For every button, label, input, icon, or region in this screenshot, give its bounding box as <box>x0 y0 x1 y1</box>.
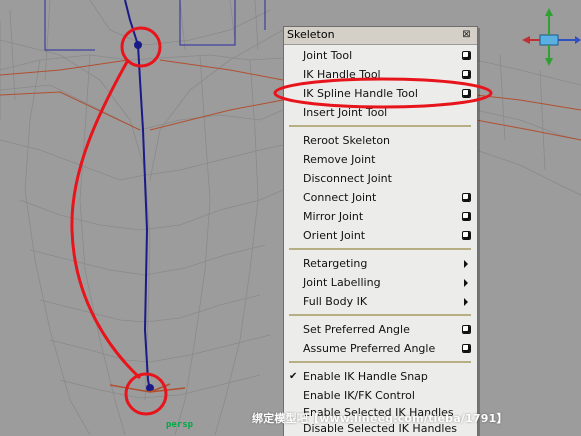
menu-item-connect-joint[interactable]: Connect Joint <box>284 188 477 207</box>
menu-item-reroot-skeleton[interactable]: Reroot Skeleton <box>284 131 477 150</box>
close-icon[interactable]: ⊠ <box>460 29 473 41</box>
menu-titlebar[interactable]: Skeleton ⊠ <box>284 27 477 45</box>
menu-item-remove-joint[interactable]: Remove Joint <box>284 150 477 169</box>
menu-item-full-body-ik[interactable]: Full Body IK <box>284 292 477 311</box>
option-box-icon[interactable] <box>462 212 471 221</box>
menu-separator <box>289 361 471 363</box>
menu-item-set-preferred-angle[interactable]: Set Preferred Angle <box>284 320 477 339</box>
option-box-icon[interactable] <box>462 231 471 240</box>
menu-item-disconnect-joint[interactable]: Disconnect Joint <box>284 169 477 188</box>
watermark-text: 绑定模型吧【www.lineeg.com/tieba/1791】 <box>252 412 508 425</box>
menu-item-joint-tool[interactable]: Joint Tool <box>284 46 477 65</box>
option-box-icon[interactable] <box>462 325 471 334</box>
menu-item-retargeting[interactable]: Retargeting <box>284 254 477 273</box>
submenu-arrow-icon <box>464 260 468 268</box>
menu-separator <box>289 314 471 316</box>
option-box-icon[interactable] <box>462 344 471 353</box>
annotation-highlight-ellipse <box>273 77 493 109</box>
option-box-icon[interactable] <box>462 193 471 202</box>
menu-title: Skeleton <box>287 28 335 41</box>
camera-label: persp <box>166 420 194 430</box>
menu-item-joint-labelling[interactable]: Joint Labelling <box>284 273 477 292</box>
menu-item-assume-preferred-angle[interactable]: Assume Preferred Angle <box>284 339 477 358</box>
option-box-icon[interactable] <box>462 51 471 60</box>
submenu-arrow-icon <box>464 279 468 287</box>
menu-item-enable-ik-handle-snap[interactable]: ✔ Enable IK Handle Snap <box>284 367 477 386</box>
menu-separator <box>289 125 471 127</box>
menu-item-mirror-joint[interactable]: Mirror Joint <box>284 207 477 226</box>
submenu-arrow-icon <box>464 298 468 306</box>
checkmark-icon: ✔ <box>289 371 298 382</box>
menu-separator <box>289 248 471 250</box>
menu-item-orient-joint[interactable]: Orient Joint <box>284 226 477 245</box>
